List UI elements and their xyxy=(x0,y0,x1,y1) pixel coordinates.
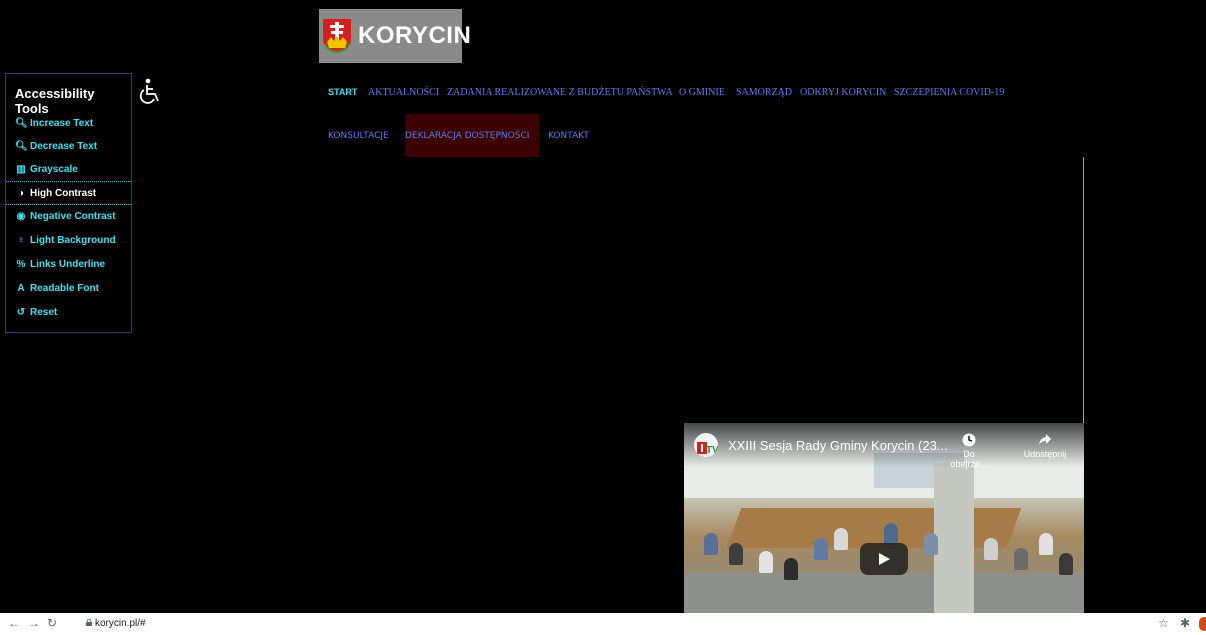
tool-label: Increase Text xyxy=(30,117,94,129)
url-text[interactable]: korycin.pl/# xyxy=(95,618,146,629)
high-contrast-button[interactable]: ◑ High Contrast xyxy=(6,181,131,205)
nav-item-samorzad[interactable]: SAMORZĄD xyxy=(736,87,792,98)
reset-button[interactable]: ↺ Reset xyxy=(6,301,131,323)
nav-item-aktualnosci[interactable]: AKTUALNOŚCI xyxy=(368,87,439,98)
lightbulb-icon: ♀ xyxy=(17,234,25,246)
lock-icon xyxy=(86,619,92,626)
extensions-icon[interactable]: ✱ xyxy=(1180,616,1190,630)
wheelchair-icon xyxy=(139,78,159,104)
watch-later-button[interactable]: Do obejrze... xyxy=(947,433,991,469)
bars-icon: ▥ xyxy=(16,163,26,175)
nav-item-o-gminie[interactable]: O GMINIE xyxy=(679,87,725,98)
site-logo[interactable]: KORYCIN xyxy=(319,9,471,63)
decrease-text-button[interactable]: 🔍︎ Decrease Text xyxy=(6,135,131,157)
tool-label: High Contrast xyxy=(30,187,97,199)
tool-label: Negative Contrast xyxy=(30,210,116,222)
accessibility-toggle-button[interactable] xyxy=(137,78,163,106)
share-icon xyxy=(1039,434,1051,445)
link-icon: % xyxy=(16,258,26,270)
tool-label: Grayscale xyxy=(30,163,78,175)
font-icon: A xyxy=(17,282,25,294)
share-button[interactable]: Udostępnij xyxy=(1020,433,1070,459)
video-player[interactable]: TV XXIII Sesja Rady Gminy Korycin (23...… xyxy=(684,423,1084,613)
nav-item-kontakt[interactable]: KONTAKT xyxy=(548,131,589,141)
zoom-in-icon: 🔍︎ xyxy=(15,117,28,129)
nav-item-szczepienia[interactable]: SZCZEPIENIA COVID-19 xyxy=(894,87,1004,98)
light-background-button[interactable]: ♀ Light Background xyxy=(6,229,131,251)
grayscale-button[interactable]: ▥ Grayscale xyxy=(6,158,131,180)
play-icon xyxy=(879,553,890,565)
vertical-divider xyxy=(1083,157,1084,425)
video-title[interactable]: XXIII Sesja Rady Gminy Korycin (23... xyxy=(728,438,948,453)
browser-address-bar: ← → ↻ korycin.pl/# ☆ ✱ xyxy=(0,613,1206,635)
nav-item-zadania[interactable]: ZADANIA REALIZOWANE Z BUDŻETU PAŃSTWA xyxy=(447,87,673,98)
reload-icon[interactable]: ↻ xyxy=(47,616,57,630)
site-name: KORYCIN xyxy=(358,22,472,49)
nav-item-odkryj-korycin[interactable]: ODKRYJ KORYCIN xyxy=(800,87,886,98)
channel-avatar[interactable]: TV xyxy=(694,433,718,457)
contrast-icon: ◑ xyxy=(17,187,25,199)
tool-label: Light Background xyxy=(30,234,116,246)
tool-label: Decrease Text xyxy=(30,140,98,152)
increase-text-button[interactable]: 🔍︎ Increase Text xyxy=(6,112,131,134)
zoom-out-icon: 🔍︎ xyxy=(15,140,28,152)
tool-label: Links Underline xyxy=(30,258,106,270)
forward-arrow-icon[interactable]: → xyxy=(28,616,40,630)
links-underline-button[interactable]: % Links Underline xyxy=(6,253,131,275)
eye-icon: ◉ xyxy=(16,210,26,222)
tool-label: Reset xyxy=(30,306,58,318)
profile-avatar[interactable] xyxy=(1199,617,1206,631)
negative-contrast-button[interactable]: ◉ Negative Contrast xyxy=(6,205,131,227)
channel-logo-icon: TV xyxy=(697,442,718,456)
reset-icon: ↺ xyxy=(16,306,26,318)
share-label: Udostępnij xyxy=(1023,449,1067,459)
readable-font-button[interactable]: A Readable Font xyxy=(6,277,131,299)
play-button[interactable] xyxy=(860,543,908,575)
accessibility-panel: Accessibility Tools 🔍︎ Increase Text 🔍︎ … xyxy=(5,73,132,333)
tool-label: Readable Font xyxy=(30,282,99,294)
watch-later-label: Do obejrze... xyxy=(950,449,988,469)
bookmark-star-icon[interactable]: ☆ xyxy=(1158,616,1169,630)
nav-item-deklaracja[interactable]: DEKLARACJA DOSTĘPNOŚCI xyxy=(405,131,529,141)
coat-of-arms-icon xyxy=(322,18,352,54)
nav-item-start[interactable]: START xyxy=(328,87,357,97)
nav-item-konsultacje[interactable]: KONSULTACJE xyxy=(328,131,389,141)
back-arrow-icon[interactable]: ← xyxy=(8,616,20,630)
clock-icon xyxy=(962,433,976,447)
